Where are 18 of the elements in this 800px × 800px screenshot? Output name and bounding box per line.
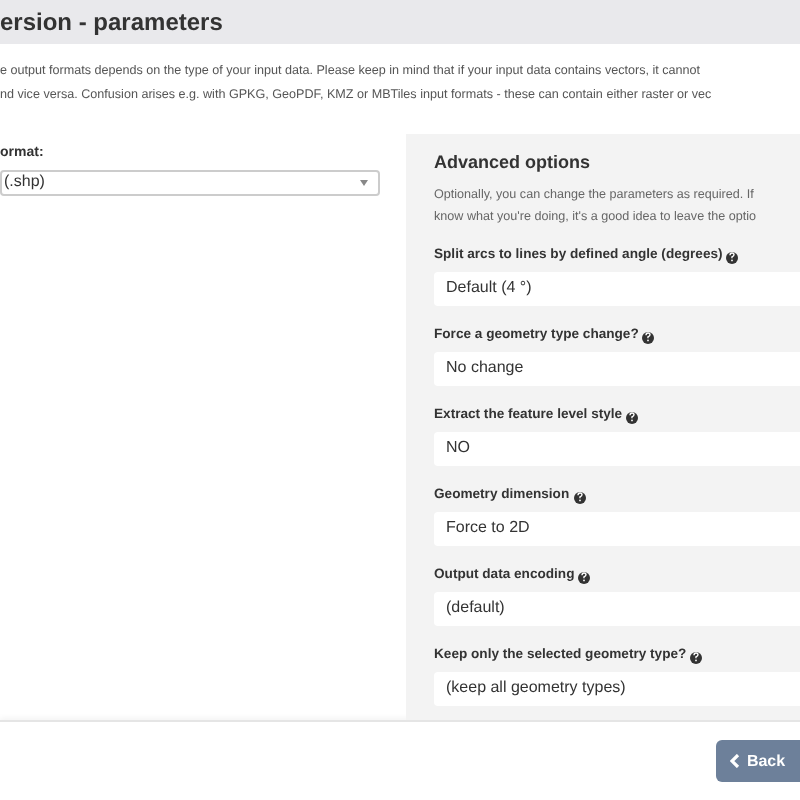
panel-title: Advanced options [434,150,593,176]
caret-icon [360,179,368,185]
select-field[interactable]: (default) [434,591,800,625]
chevron-left-icon [730,754,741,768]
help-icon[interactable] [690,651,703,663]
help-icon[interactable] [573,491,586,503]
help-icon[interactable] [726,251,739,263]
format-select[interactable]: (.shp) [0,169,380,195]
select-field[interactable]: NO [434,431,800,465]
help-icon[interactable] [642,331,655,343]
select-field[interactable]: Force to 2D [434,511,800,545]
help-icon[interactable] [626,411,639,423]
back-button[interactable]: Back [716,740,800,782]
page-title: ersion - parameters [0,6,223,40]
select-field[interactable]: (keep all geometry types) [434,671,800,705]
help-icon[interactable] [578,571,591,583]
select-field[interactable]: Default (4 °) [434,271,800,305]
select-field[interactable]: No change [434,351,800,385]
